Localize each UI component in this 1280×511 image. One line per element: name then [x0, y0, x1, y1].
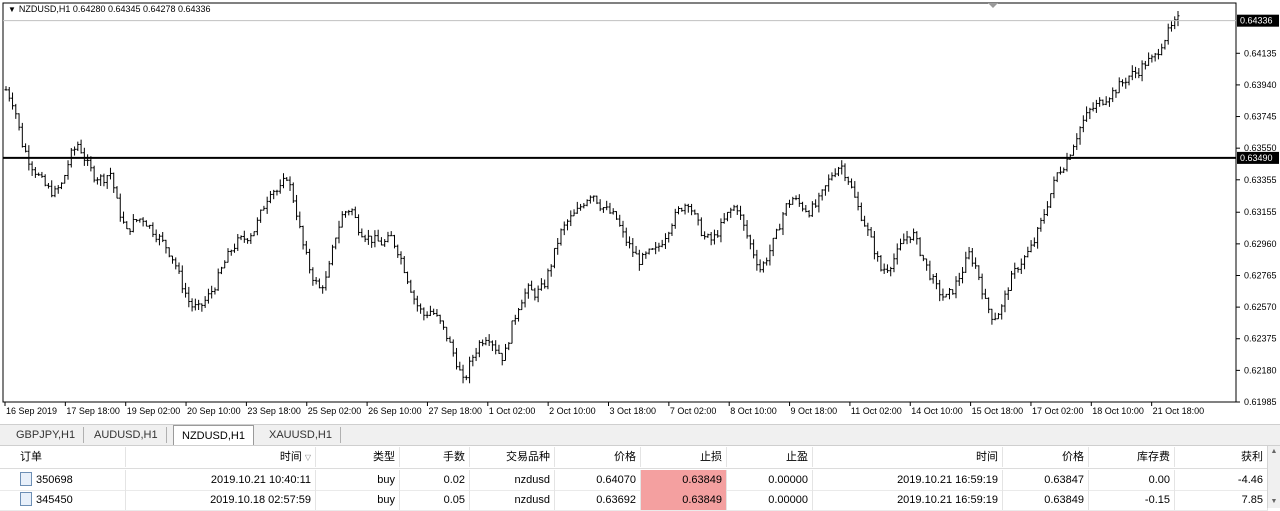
x-tick-label: 27 Sep 18:00	[428, 406, 482, 416]
x-tick-label: 2 Oct 10:00	[549, 406, 596, 416]
y-tick-label: 0.62180	[1244, 365, 1277, 375]
y-tick-label: 0.62960	[1244, 239, 1277, 249]
scroll-down-icon[interactable]: ▼	[1270, 498, 1278, 506]
time-cell: 2019.10.21 10:40:11	[126, 470, 316, 490]
close-price-cell: 0.63847	[1003, 470, 1089, 490]
y-tick-label: 0.62570	[1244, 302, 1277, 312]
close-price-cell: 0.63849	[1003, 490, 1089, 510]
x-tick-label: 15 Oct 18:00	[972, 406, 1024, 416]
profit-cell: -4.46	[1175, 470, 1268, 490]
x-tick-label: 25 Sep 02:00	[308, 406, 362, 416]
y-tick-label: 0.61985	[1244, 397, 1277, 407]
x-tick-label: 26 Sep 10:00	[368, 406, 422, 416]
profit-cell: 7.85	[1175, 490, 1268, 510]
x-tick-label: 18 Oct 10:00	[1092, 406, 1144, 416]
col-symbol[interactable]: 交易品种	[470, 447, 555, 467]
symbol-cell: nzdusd	[470, 470, 555, 490]
scroll-up-icon[interactable]: ▲	[1270, 448, 1278, 456]
swap-cell: 0.00	[1089, 470, 1175, 490]
type-cell: buy	[316, 470, 400, 490]
order-document-icon	[20, 472, 32, 487]
y-tick-label: 0.62375	[1244, 334, 1277, 344]
y-tick-label: 0.63940	[1244, 80, 1277, 90]
swap-cell: -0.15	[1089, 490, 1175, 510]
col-tp[interactable]: 止盈	[727, 447, 813, 467]
order-cell: 345450	[16, 490, 126, 510]
tab-xauusd[interactable]: XAUUSD,H1	[261, 427, 341, 443]
stop-loss-cell: 0.63849	[641, 470, 727, 490]
col-lots[interactable]: 手数	[400, 447, 470, 467]
tab-audusd[interactable]: AUDUSD,H1	[86, 427, 167, 443]
x-tick-label: 11 Oct 02:00	[851, 406, 902, 416]
take-profit-cell: 0.00000	[727, 470, 813, 490]
col-type[interactable]: 类型	[316, 447, 400, 467]
col-sl[interactable]: 止损	[641, 447, 727, 467]
price-cell: 0.63692	[555, 490, 641, 510]
y-tick-label: 0.63155	[1244, 207, 1277, 217]
col-price[interactable]: 价格	[555, 447, 641, 467]
y-tick-label: 0.62765	[1244, 270, 1277, 280]
x-tick-label: 17 Oct 02:00	[1032, 406, 1084, 416]
col-time[interactable]: 时间 ▽	[126, 447, 316, 467]
x-tick-label: 16 Sep 2019	[6, 406, 57, 416]
x-tick-label: 3 Oct 18:00	[610, 406, 657, 416]
dropdown-triangle-icon[interactable]: ▼	[8, 5, 16, 14]
y-tick-label: 0.63745	[1244, 112, 1277, 122]
chart-canvas[interactable]: 0.64135 0.63940 0.63745 0.63550 0.63355 0.631…	[0, 0, 1280, 420]
x-tick-label: 7 Oct 02:00	[670, 406, 717, 416]
history-table: 订单 时间 ▽ 类型 手数 交易品种 价格 止损 止盈 时间 价格 库存费 获利 …	[0, 446, 1280, 511]
tab-gbpjpy[interactable]: GBPJPY,H1	[8, 427, 85, 443]
x-tick-label: 19 Sep 02:00	[127, 406, 181, 416]
take-profit-cell: 0.00000	[727, 490, 813, 510]
y-tick-label: 0.63550	[1244, 143, 1277, 153]
col-close-price[interactable]: 价格	[1003, 447, 1089, 467]
lots-cell: 0.05	[400, 490, 470, 510]
type-cell: buy	[316, 490, 400, 510]
col-close-time[interactable]: 时间	[813, 447, 1003, 467]
x-tick-label: 21 Oct 18:00	[1153, 406, 1205, 416]
col-profit[interactable]: 获利	[1175, 447, 1268, 467]
col-order[interactable]: 订单	[16, 447, 126, 467]
close-time-cell: 2019.10.21 16:59:19	[813, 490, 1003, 510]
horizontal-line-label: 0.63490	[1240, 153, 1273, 163]
sort-down-icon: ▽	[304, 453, 311, 462]
col-swap[interactable]: 库存费	[1089, 447, 1175, 467]
symbol-ohlc-header: ▼ NZDUSD,H1 0.64280 0.64345 0.64278 0.643…	[8, 4, 211, 14]
time-cell: 2019.10.18 02:57:59	[126, 490, 316, 510]
table-row[interactable]: 350698 2019.10.21 10:40:11 buy 0.02 nzdu…	[0, 470, 1268, 491]
x-tick-label: 1 Oct 02:00	[489, 406, 536, 416]
close-time-cell: 2019.10.21 16:59:19	[813, 470, 1003, 490]
x-tick-label: 8 Oct 10:00	[730, 406, 777, 416]
price-chart[interactable]: 0.64135 0.63940 0.63745 0.63550 0.63355 0.631…	[0, 0, 1280, 420]
x-tick-label: 23 Sep 18:00	[247, 406, 301, 416]
x-tick-label: 17 Sep 18:00	[66, 406, 120, 416]
table-header: 订单 时间 ▽ 类型 手数 交易品种 价格 止损 止盈 时间 价格 库存费 获利	[0, 446, 1268, 469]
order-document-icon	[20, 492, 32, 507]
tab-nzdusd[interactable]: NZDUSD,H1	[173, 425, 254, 445]
y-tick-label: 0.63355	[1244, 175, 1277, 185]
stop-loss-cell: 0.63849	[641, 490, 727, 510]
current-price-label: 0.64336	[1240, 16, 1273, 26]
chart-tabs: GBPJPY,H1 AUDUSD,H1 NZDUSD,H1 XAUUSD,H1	[0, 424, 1280, 446]
table-scrollbar[interactable]: ▲ ▼	[1267, 446, 1280, 508]
x-tick-label: 9 Oct 18:00	[791, 406, 838, 416]
x-tick-label: 20 Sep 10:00	[187, 406, 241, 416]
order-cell: 350698	[16, 470, 126, 490]
price-cell: 0.64070	[555, 470, 641, 490]
lots-cell: 0.02	[400, 470, 470, 490]
y-tick-label: 0.64135	[1244, 48, 1277, 58]
symbol-cell: nzdusd	[470, 490, 555, 510]
x-tick-label: 14 Oct 10:00	[911, 406, 963, 416]
